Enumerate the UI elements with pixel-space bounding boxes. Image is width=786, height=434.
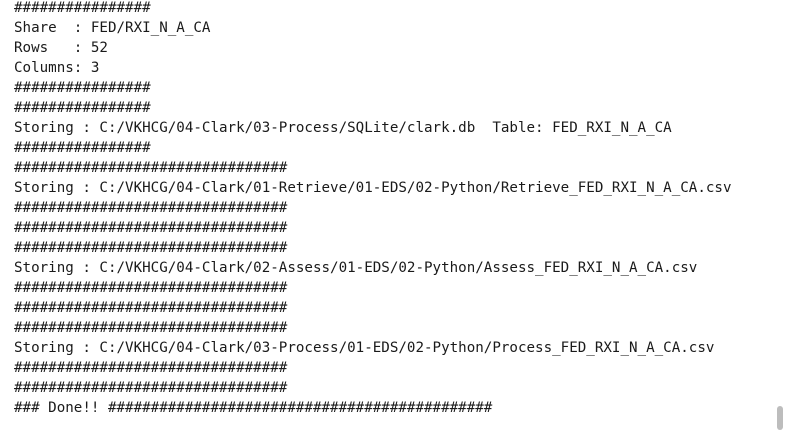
console-line: ################ bbox=[14, 80, 151, 96]
vertical-scrollbar[interactable] bbox=[774, 0, 786, 434]
console-line: ### Done!! #############################… bbox=[14, 400, 493, 416]
console-line: ################################ bbox=[14, 320, 288, 336]
console-line: ################################ bbox=[14, 280, 288, 296]
scrollbar-thumb[interactable] bbox=[777, 406, 783, 430]
console-line: Storing : C:/VKHCG/04-Clark/02-Assess/01… bbox=[14, 260, 698, 276]
console-line: ################ bbox=[14, 100, 151, 116]
console-line: ################ bbox=[14, 0, 151, 16]
console-line: ################################ bbox=[14, 360, 288, 376]
console-line: Columns: 3 bbox=[14, 60, 100, 76]
console-line: Storing : C:/VKHCG/04-Clark/03-Process/0… bbox=[14, 340, 715, 356]
console-text: ################ Share : FED/RXI_N_A_CA Ro… bbox=[14, 0, 732, 418]
console-line: ################ bbox=[14, 140, 151, 156]
console-line: ################################ bbox=[14, 160, 288, 176]
console-line: Storing : C:/VKHCG/04-Clark/01-Retrieve/… bbox=[14, 180, 732, 196]
console-line: ################################ bbox=[14, 380, 288, 396]
console-line: ################################ bbox=[14, 220, 288, 236]
console-output-pane[interactable]: ################ Share : FED/RXI_N_A_CA Ro… bbox=[0, 0, 786, 434]
console-line: Rows : 52 bbox=[14, 40, 108, 56]
console-line: ################################ bbox=[14, 240, 288, 256]
console-line: Share : FED/RXI_N_A_CA bbox=[14, 20, 211, 36]
console-line: Storing : C:/VKHCG/04-Clark/03-Process/S… bbox=[14, 120, 672, 136]
console-line: ################################ bbox=[14, 300, 288, 316]
console-line: ################################ bbox=[14, 200, 288, 216]
